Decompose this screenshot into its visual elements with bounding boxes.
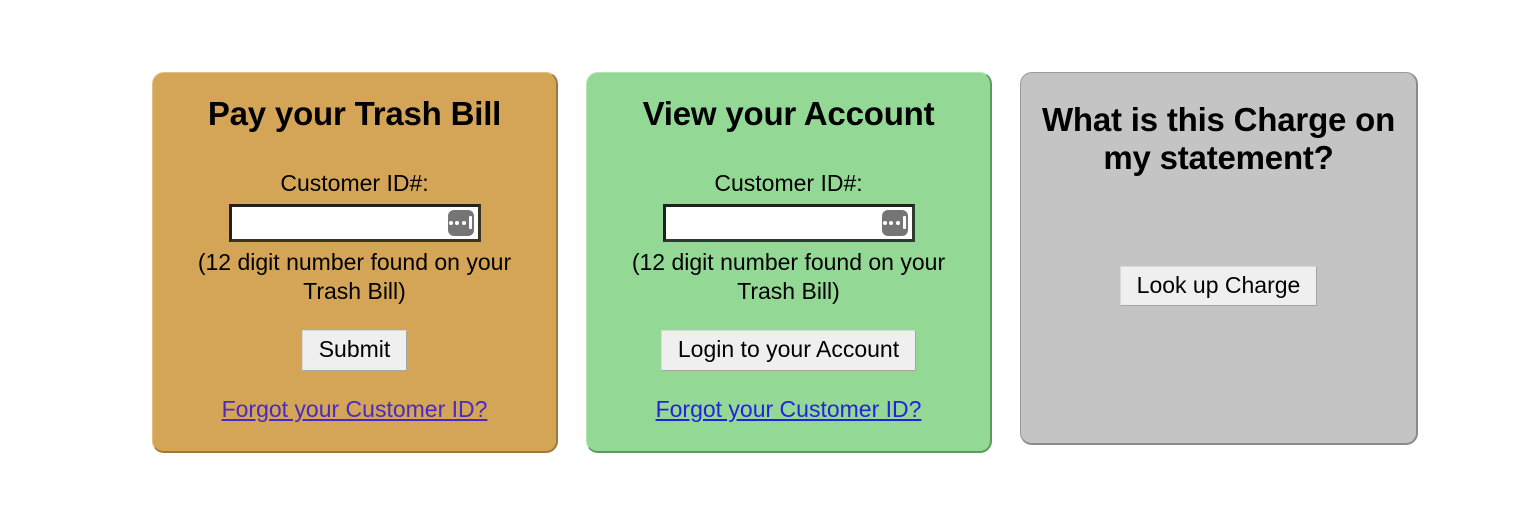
customer-id-input-pay[interactable] [228, 203, 481, 242]
card-title-what-is-this-charge: What is this Charge on my statement? [1041, 101, 1396, 177]
look-up-charge-button[interactable]: Look up Charge [1119, 265, 1318, 306]
customer-id-input-wrap-view [662, 203, 915, 242]
forgot-customer-id-link-view[interactable]: Forgot your Customer ID? [656, 396, 922, 422]
login-button-row: Login to your Account [601, 330, 976, 371]
autofill-dots-icon[interactable] [881, 209, 908, 236]
panel-container: Pay your Trash Bill Customer ID#: (12 di… [152, 72, 1418, 453]
customer-id-label-view: Customer ID#: [714, 170, 863, 197]
customer-id-hint-view: (12 digit number found on your Trash Bil… [631, 248, 946, 304]
submit-button[interactable]: Submit [301, 330, 408, 371]
autofill-dots-icon[interactable] [447, 209, 474, 236]
card-what-is-this-charge: What is this Charge on my statement? Loo… [1020, 72, 1418, 445]
submit-button-row: Submit [167, 330, 542, 371]
card-title-pay-trash-bill: Pay your Trash Bill [207, 95, 502, 132]
look-up-charge-button-row: Look up Charge [1035, 265, 1402, 306]
card-view-your-account: View your Account Customer ID#: (12 digi… [586, 72, 992, 453]
customer-id-label-pay: Customer ID#: [280, 170, 429, 197]
customer-id-hint-pay: (12 digit number found on your Trash Bil… [197, 248, 512, 304]
card-title-view-your-account: View your Account [642, 95, 935, 132]
customer-id-input-view[interactable] [662, 203, 915, 242]
forgot-customer-id-link-pay[interactable]: Forgot your Customer ID? [222, 396, 488, 422]
card-pay-trash-bill: Pay your Trash Bill Customer ID#: (12 di… [152, 72, 558, 453]
customer-id-input-wrap-pay [228, 203, 481, 242]
login-to-your-account-button[interactable]: Login to your Account [660, 330, 917, 371]
